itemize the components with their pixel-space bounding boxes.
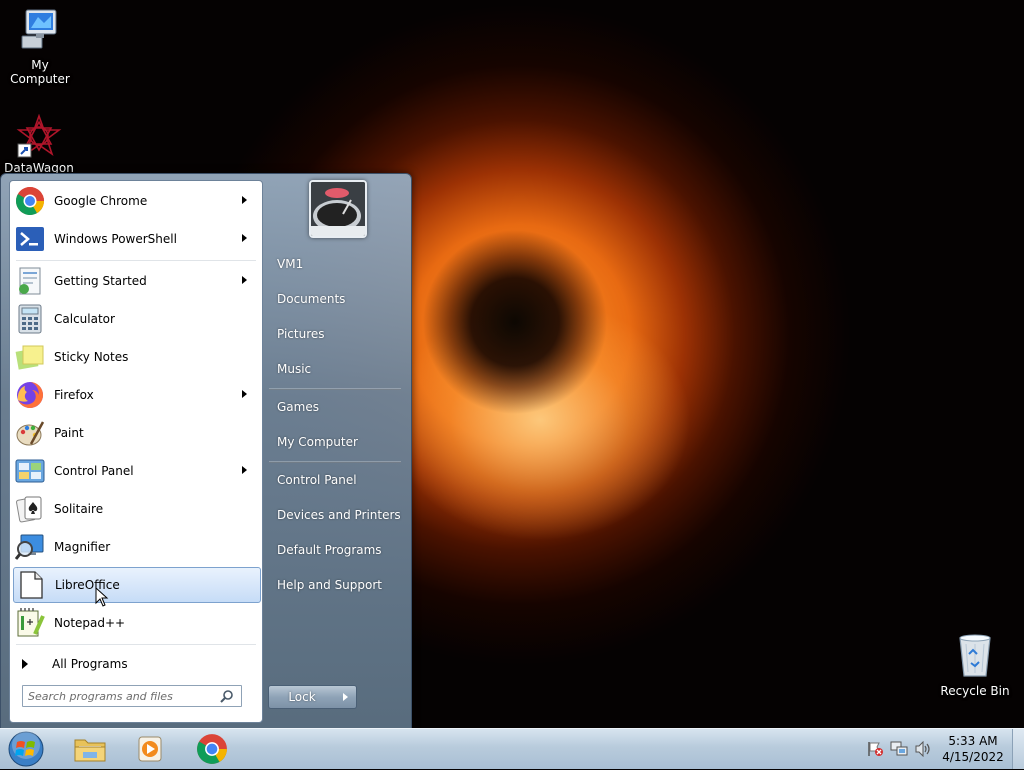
search-box[interactable] <box>22 685 242 707</box>
start-right-item-control-panel[interactable]: Control Panel <box>269 465 405 495</box>
program-item-label: Windows PowerShell <box>54 232 177 246</box>
submenu-arrow-icon <box>242 196 247 204</box>
action-center-flag-icon[interactable] <box>866 741 884 760</box>
volume-icon[interactable] <box>914 740 932 760</box>
program-item-solitaire[interactable]: Solitaire <box>13 491 259 527</box>
start-right-item-vm1[interactable]: VM1 <box>269 249 405 279</box>
program-item-label: Control Panel <box>54 464 134 478</box>
notepadpp-icon <box>14 607 46 639</box>
start-right-item-label: Music <box>277 362 312 376</box>
lock-button[interactable]: Lock <box>268 685 336 709</box>
clock-time[interactable]: 5:33 AM <box>938 734 1008 748</box>
menu-separator <box>16 644 256 645</box>
program-item-label: Sticky Notes <box>54 350 129 364</box>
start-right-item-label: Documents <box>277 292 346 306</box>
program-item-label: Calculator <box>54 312 115 326</box>
desktop-icon-label: Recycle Bin <box>940 684 1010 698</box>
start-right-item-label: Help and Support <box>277 578 382 592</box>
program-item-windows-powershell[interactable]: Windows PowerShell <box>13 221 259 257</box>
recycle-bin-icon <box>935 632 1015 681</box>
desktop-icon-my-computer[interactable]: My Computer <box>0 8 80 86</box>
calculator-icon <box>14 303 46 335</box>
shutdown-options-arrow-button[interactable] <box>335 685 357 709</box>
file-explorer-icon <box>74 739 106 762</box>
start-button[interactable] <box>6 731 46 767</box>
all-programs-button[interactable]: All Programs <box>13 652 259 676</box>
computer-icon <box>0 8 80 55</box>
start-right-item-pictures[interactable]: Pictures <box>269 319 405 349</box>
taskbar-file-explorer-button[interactable] <box>62 731 118 767</box>
start-right-item-label: Control Panel <box>277 473 357 487</box>
media-player-icon <box>138 736 162 762</box>
clock-date[interactable]: 4/15/2022 <box>938 750 1008 764</box>
taskbar-chrome-button[interactable] <box>184 731 240 767</box>
paint-icon <box>14 417 46 449</box>
start-right-item-default-programs[interactable]: Default Programs <box>269 535 405 565</box>
taskbar: 5:33 AM 4/15/2022 <box>0 728 1024 769</box>
solitaire-icon <box>14 493 46 525</box>
program-item-label: Google Chrome <box>54 194 148 208</box>
libreoffice-icon <box>15 569 47 601</box>
firefox-icon <box>14 379 46 411</box>
program-item-label: Notepad++ <box>54 616 126 630</box>
desktop-icon-label: My Computer <box>10 58 70 86</box>
search-input[interactable] <box>28 688 216 704</box>
sticky-notes-icon <box>14 341 46 373</box>
start-right-item-documents[interactable]: Documents <box>269 284 405 314</box>
program-item-label: Paint <box>54 426 84 440</box>
program-item-label: LibreOffice <box>55 578 120 592</box>
chrome-icon <box>197 734 227 764</box>
submenu-arrow-icon <box>242 466 247 474</box>
menu-separator <box>269 388 401 390</box>
expand-arrow-icon <box>22 659 28 669</box>
menu-separator <box>269 461 401 463</box>
start-right-item-label: Default Programs <box>277 543 382 557</box>
magnifier-icon <box>14 531 46 563</box>
show-desktop-button[interactable] <box>1012 729 1024 769</box>
program-item-paint[interactable]: Paint <box>13 415 259 451</box>
program-item-label: Magnifier <box>54 540 111 554</box>
program-item-notepadpp[interactable]: Notepad++ <box>13 605 259 641</box>
start-right-item-games[interactable]: Games <box>269 392 405 422</box>
menu-separator <box>16 260 256 261</box>
powershell-icon <box>14 223 46 255</box>
start-right-item-help-and-support[interactable]: Help and Support <box>269 570 405 600</box>
desktop-icon-datawagon[interactable]: DataWagon <box>0 113 79 175</box>
program-item-firefox[interactable]: Firefox <box>13 377 259 413</box>
submenu-arrow-icon <box>242 276 247 284</box>
chrome-icon <box>14 185 46 217</box>
network-icon[interactable] <box>890 741 908 760</box>
start-right-item-my-computer[interactable]: My Computer <box>269 427 405 457</box>
program-item-label: Solitaire <box>54 502 104 516</box>
program-item-control-panel[interactable]: Control Panel <box>13 453 259 489</box>
desktop-icon-recycle-bin[interactable]: Recycle Bin <box>935 632 1015 698</box>
start-right-item-label: Pictures <box>277 327 325 341</box>
windows-logo-icon <box>8 731 44 767</box>
program-item-label: Getting Started <box>54 274 147 288</box>
taskbar-media-player-button[interactable] <box>122 731 178 767</box>
submenu-arrow-icon <box>242 234 247 242</box>
getting-started-icon <box>14 265 46 297</box>
control-panel-icon <box>14 455 46 487</box>
search-icon[interactable] <box>220 689 234 706</box>
start-right-item-label: Games <box>277 400 319 414</box>
start-right-item-label: VM1 <box>277 257 304 271</box>
program-item-calculator[interactable]: Calculator <box>13 301 259 337</box>
start-menu: Google Chrome Windows PowerShell Getting… <box>0 173 412 730</box>
user-account-picture[interactable] <box>309 180 367 238</box>
program-item-getting-started[interactable]: Getting Started <box>13 263 259 299</box>
program-item-google-chrome[interactable]: Google Chrome <box>13 183 259 219</box>
program-item-libreoffice[interactable]: LibreOffice <box>13 567 261 603</box>
start-right-item-devices-and-printers[interactable]: Devices and Printers <box>269 500 405 530</box>
all-programs-label: All Programs <box>52 657 128 671</box>
program-item-sticky-notes[interactable]: Sticky Notes <box>13 339 259 375</box>
datawagon-icon <box>15 113 63 158</box>
start-right-item-music[interactable]: Music <box>269 354 405 384</box>
submenu-arrow-icon <box>242 390 247 398</box>
program-item-magnifier[interactable]: Magnifier <box>13 529 259 565</box>
program-item-label: Firefox <box>54 388 94 402</box>
start-menu-programs-pane: Google Chrome Windows PowerShell Getting… <box>9 180 263 723</box>
start-right-item-label: My Computer <box>277 435 358 449</box>
start-right-item-label: Devices and Printers <box>277 508 401 522</box>
